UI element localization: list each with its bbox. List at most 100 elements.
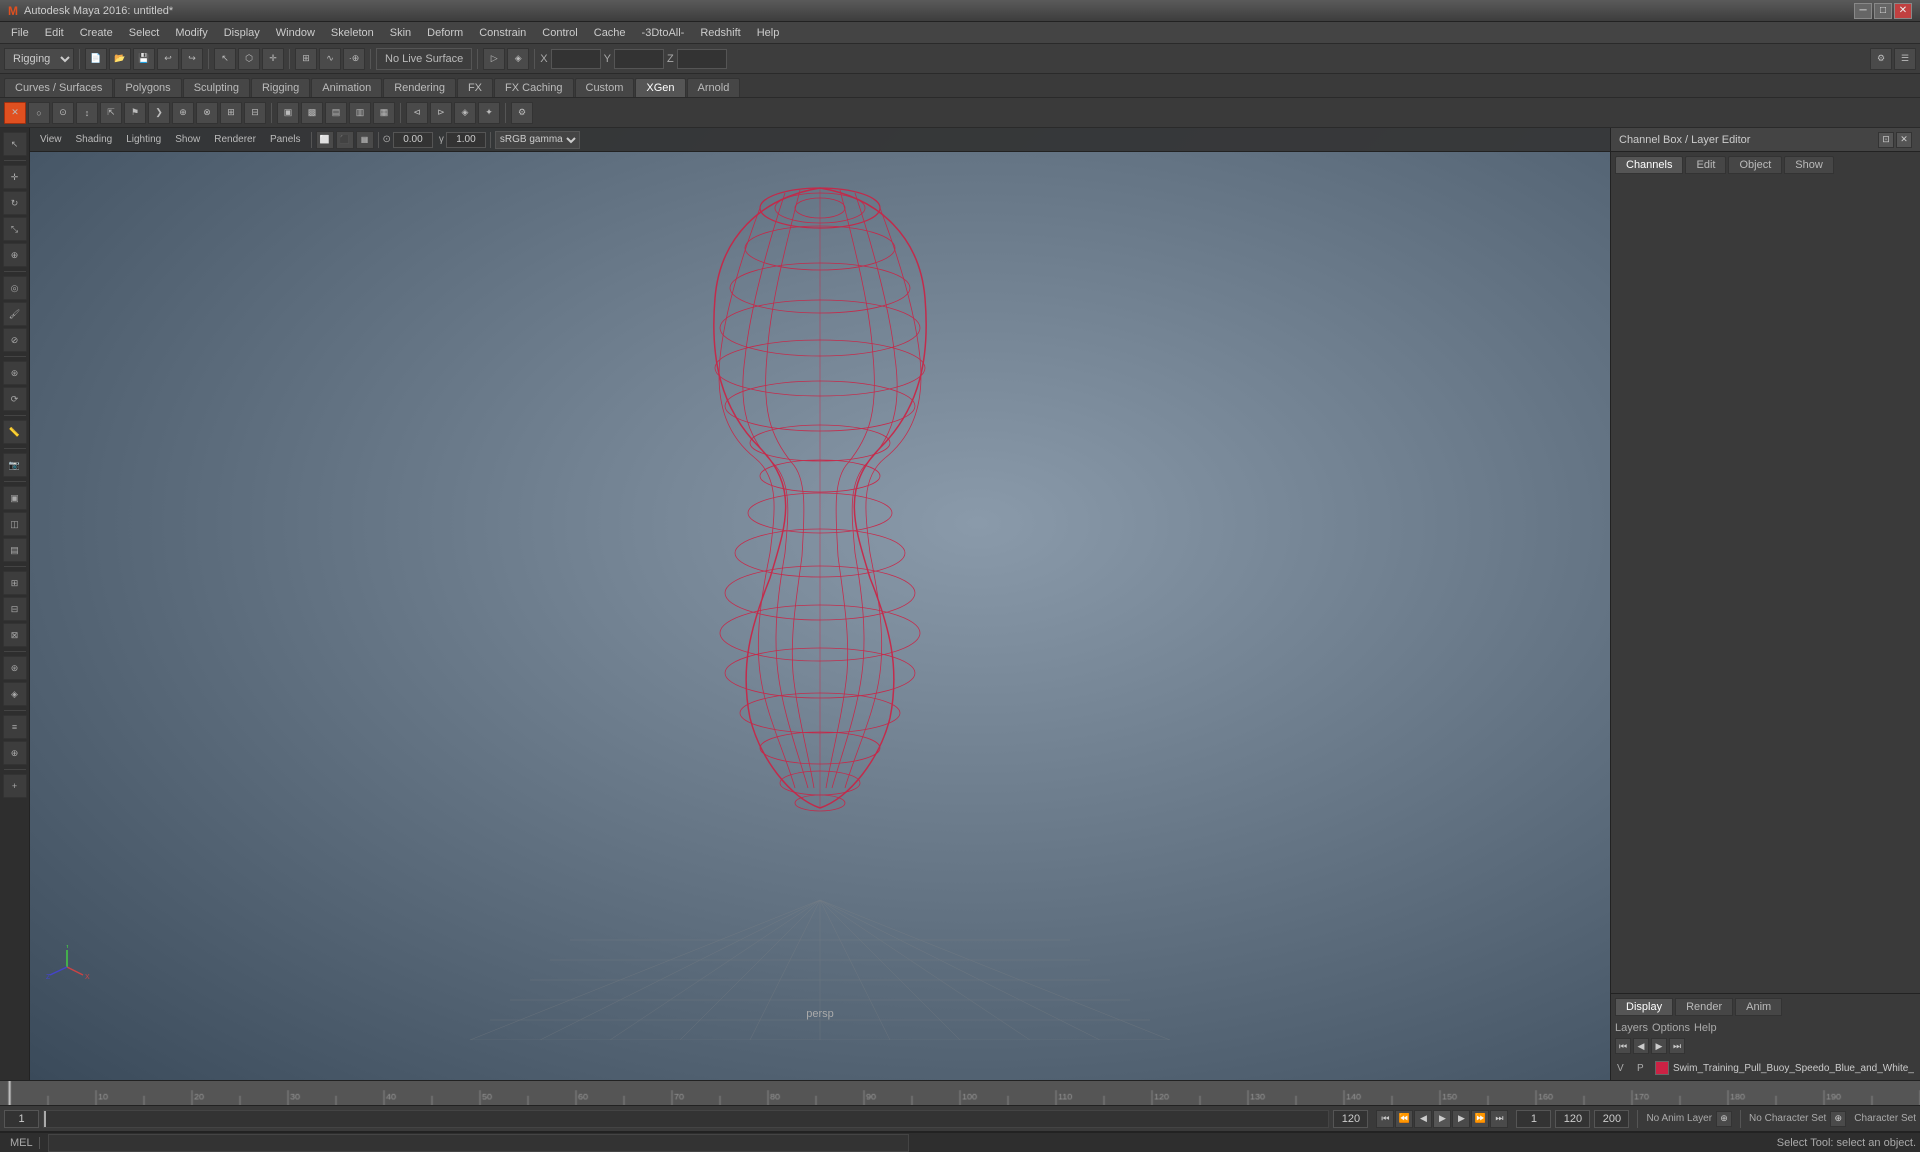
range-start-input[interactable] <box>1516 1110 1551 1128</box>
minimize-button[interactable]: ─ <box>1854 3 1872 19</box>
xgen-icon-9[interactable]: ⊗ <box>196 102 218 124</box>
layers-menu-help[interactable]: Help <box>1694 1022 1717 1034</box>
left-universal-tool[interactable]: ⊕ <box>3 243 27 267</box>
xgen-icon-2[interactable]: ○ <box>28 102 50 124</box>
vp-shading-menu[interactable]: Shading <box>70 133 119 146</box>
left-move-tool[interactable]: ✛ <box>3 165 27 189</box>
vp-colorspace-select[interactable]: sRGB gamma <box>495 131 580 149</box>
go-to-end-btn[interactable]: ⏭ <box>1490 1110 1508 1128</box>
new-file-button[interactable]: 📄 <box>85 48 107 70</box>
tab-curves-surfaces[interactable]: Curves / Surfaces <box>4 78 113 97</box>
menu-help[interactable]: Help <box>750 25 787 41</box>
cb-tab-object[interactable]: Object <box>1728 156 1782 174</box>
play-btn[interactable]: ▶ <box>1433 1110 1451 1128</box>
layer-nav-prev[interactable]: ◀ <box>1633 1038 1649 1054</box>
snap-grid-button[interactable]: ⊞ <box>295 48 317 70</box>
snap-point-button[interactable]: ·⊕ <box>343 48 365 70</box>
tab-custom[interactable]: Custom <box>575 78 635 97</box>
close-button[interactable]: ✕ <box>1894 3 1912 19</box>
ipr-button[interactable]: ◈ <box>507 48 529 70</box>
left-measure-tool[interactable]: 📏 <box>3 420 27 444</box>
xgen-icon-11[interactable]: ⊟ <box>244 102 266 124</box>
channel-box-float-btn[interactable]: ⊡ <box>1878 132 1894 148</box>
redo-button[interactable]: ↪ <box>181 48 203 70</box>
layer-nav-first[interactable]: ⏮ <box>1615 1038 1631 1054</box>
left-layer-1[interactable]: ⊞ <box>3 571 27 595</box>
xgen-icon-6[interactable]: ⚑ <box>124 102 146 124</box>
quick-select-button[interactable]: ☰ <box>1894 48 1916 70</box>
open-file-button[interactable]: 📂 <box>109 48 131 70</box>
menu-constrain[interactable]: Constrain <box>472 25 533 41</box>
menu-create[interactable]: Create <box>73 25 120 41</box>
xgen-icon-17[interactable]: ⊲ <box>406 102 428 124</box>
range-end2-input[interactable] <box>1594 1110 1629 1128</box>
left-anim-1[interactable]: ⊛ <box>3 656 27 680</box>
tab-sculpting[interactable]: Sculpting <box>183 78 250 97</box>
menu-control[interactable]: Control <box>535 25 584 41</box>
timeline-ruler[interactable] <box>0 1080 1920 1106</box>
viewport[interactable]: View Shading Lighting Show Renderer Pane… <box>30 128 1610 1080</box>
menu-cache[interactable]: Cache <box>587 25 633 41</box>
menu-redshift[interactable]: Redshift <box>693 25 747 41</box>
vp-show-menu[interactable]: Show <box>169 133 206 146</box>
menu-window[interactable]: Window <box>269 25 322 41</box>
xgen-icon-4[interactable]: ↕ <box>76 102 98 124</box>
go-to-start-btn[interactable]: ⏮ <box>1376 1110 1394 1128</box>
layers-menu-options[interactable]: Options <box>1652 1022 1690 1034</box>
x-input[interactable] <box>551 49 601 69</box>
menu-3dtool[interactable]: -3DtoAll- <box>635 25 692 41</box>
dt-tab-anim[interactable]: Anim <box>1735 998 1782 1016</box>
current-frame-input[interactable] <box>4 1110 39 1128</box>
xgen-icon-16[interactable]: ▦ <box>373 102 395 124</box>
layer-nav-next[interactable]: ▶ <box>1651 1038 1667 1054</box>
vp-lighting-menu[interactable]: Lighting <box>120 133 167 146</box>
select-tool-button[interactable]: ↖ <box>214 48 236 70</box>
lasso-select-button[interactable]: ⬡ <box>238 48 260 70</box>
menu-select[interactable]: Select <box>122 25 167 41</box>
vp-panels-menu[interactable]: Panels <box>264 133 307 146</box>
save-file-button[interactable]: 💾 <box>133 48 155 70</box>
left-misc-1[interactable]: ≡ <box>3 715 27 739</box>
prev-frame-btn[interactable]: ◀ <box>1414 1110 1432 1128</box>
left-misc-2[interactable]: ⊕ <box>3 741 27 765</box>
next-key-btn[interactable]: ⏩ <box>1471 1110 1489 1128</box>
left-display-toggle-3[interactable]: ▤ <box>3 538 27 562</box>
xgen-icon-20[interactable]: ✦ <box>478 102 500 124</box>
vp-view-menu[interactable]: View <box>34 133 68 146</box>
left-camera-tool[interactable]: 📷 <box>3 453 27 477</box>
left-layer-2[interactable]: ⊟ <box>3 597 27 621</box>
left-sculpt[interactable]: ⊘ <box>3 328 27 352</box>
timeline-scrubber[interactable] <box>43 1110 1329 1128</box>
xgen-icon-13[interactable]: ▩ <box>301 102 323 124</box>
xgen-icon-1[interactable]: ✕ <box>4 102 26 124</box>
xgen-icon-19[interactable]: ◈ <box>454 102 476 124</box>
left-select-tool[interactable]: ↖ <box>3 132 27 156</box>
xgen-icon-21[interactable]: ⚙ <box>511 102 533 124</box>
render-button[interactable]: ▷ <box>483 48 505 70</box>
menu-display[interactable]: Display <box>217 25 267 41</box>
mel-input[interactable] <box>48 1134 910 1152</box>
vp-wireframe-btn[interactable]: ⬜ <box>316 131 334 149</box>
tab-fx-caching[interactable]: FX Caching <box>494 78 573 97</box>
channel-box-close-btn[interactable]: ✕ <box>1896 132 1912 148</box>
cb-tab-show[interactable]: Show <box>1784 156 1834 174</box>
xgen-icon-14[interactable]: ▤ <box>325 102 347 124</box>
prev-key-btn[interactable]: ⏪ <box>1395 1110 1413 1128</box>
tab-fx[interactable]: FX <box>457 78 493 97</box>
left-scale-tool[interactable]: ⤡ <box>3 217 27 241</box>
left-bottom-btn[interactable]: + <box>3 774 27 798</box>
layers-menu-layers[interactable]: Layers <box>1615 1022 1648 1034</box>
dt-tab-render[interactable]: Render <box>1675 998 1733 1016</box>
anim-layer-btn[interactable]: ⊕ <box>1716 1111 1732 1127</box>
xgen-icon-10[interactable]: ⊞ <box>220 102 242 124</box>
z-input[interactable] <box>677 49 727 69</box>
mode-dropdown[interactable]: Rigging <box>4 48 74 70</box>
cb-tab-edit[interactable]: Edit <box>1685 156 1726 174</box>
xgen-icon-8[interactable]: ⊕ <box>172 102 194 124</box>
xgen-icon-18[interactable]: ⊳ <box>430 102 452 124</box>
menu-skin[interactable]: Skin <box>383 25 418 41</box>
xgen-icon-7[interactable]: ❯ <box>148 102 170 124</box>
tab-arnold[interactable]: Arnold <box>687 78 741 97</box>
tab-polygons[interactable]: Polygons <box>114 78 181 97</box>
left-display-toggle-2[interactable]: ◫ <box>3 512 27 536</box>
